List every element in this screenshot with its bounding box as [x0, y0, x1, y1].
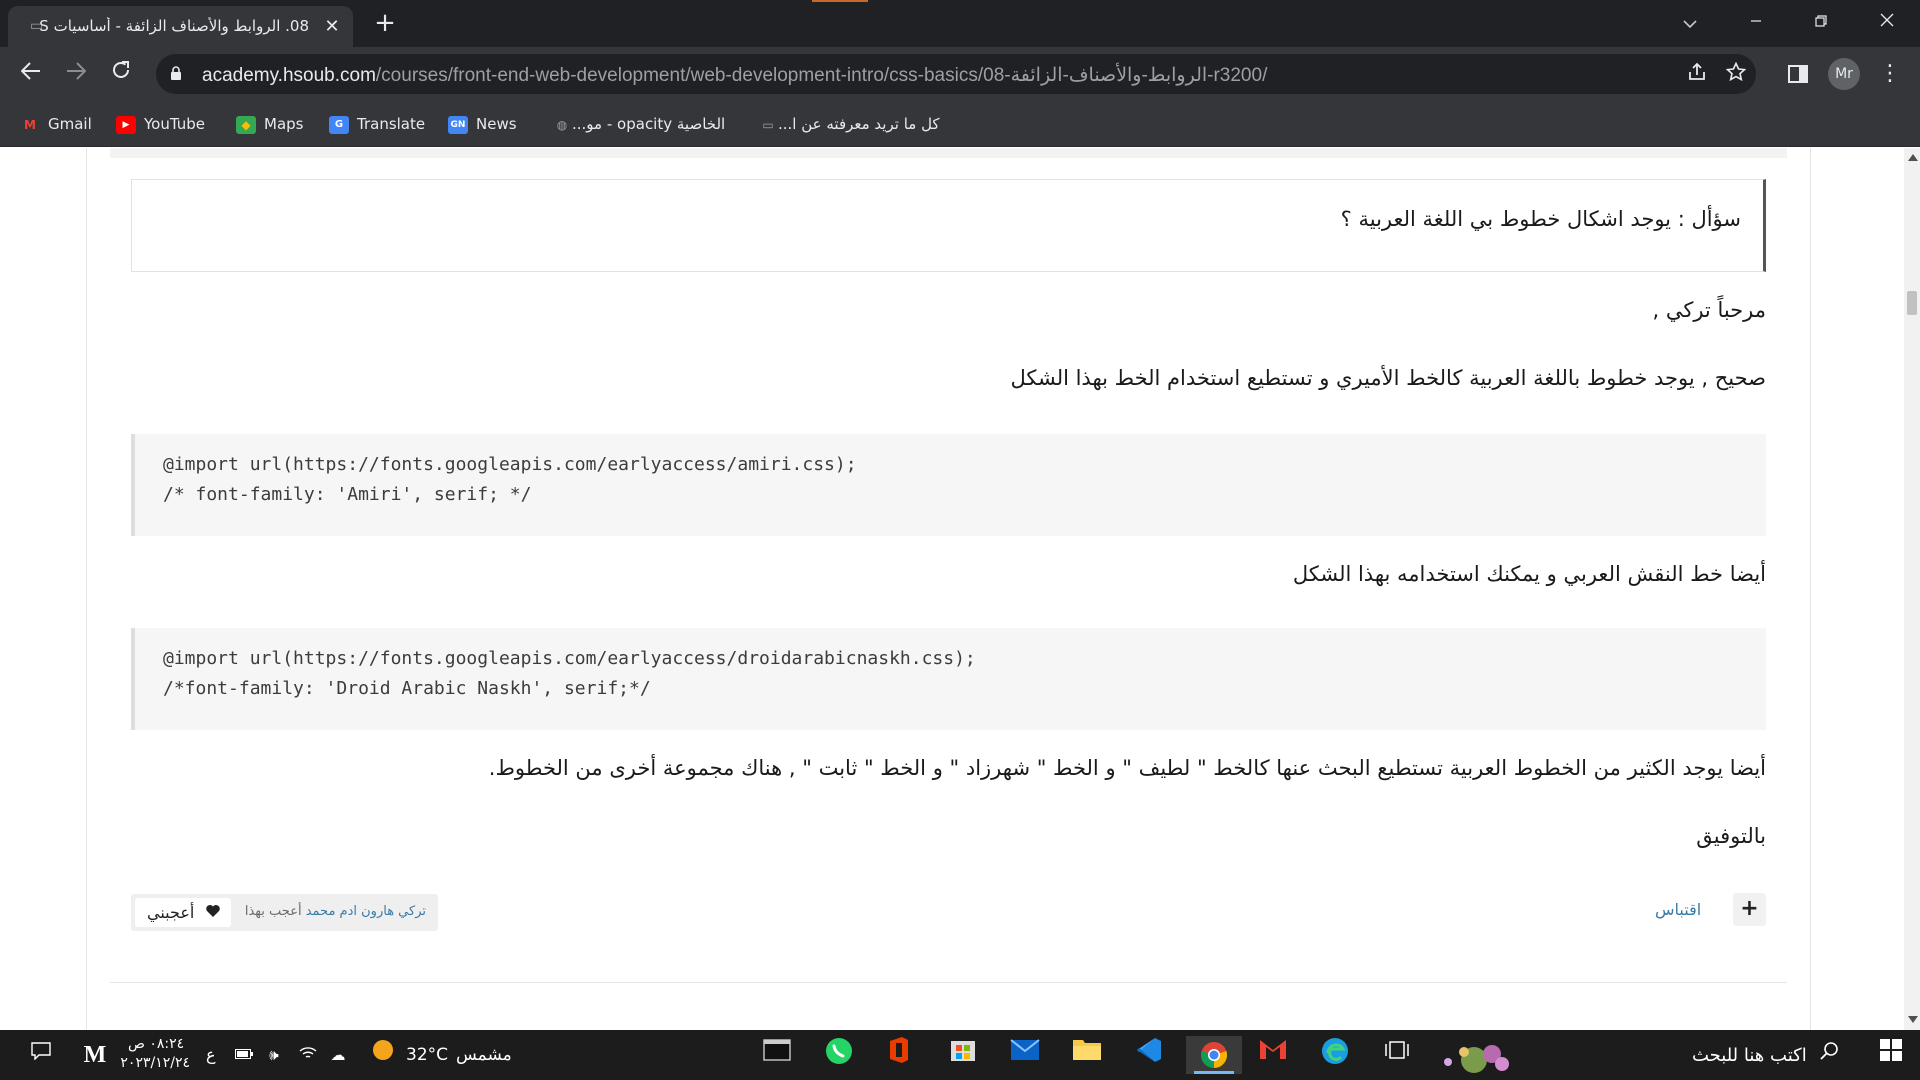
code-line: @import url(https://fonts.googleapis.com…	[163, 454, 857, 475]
windows-start-icon[interactable]	[1868, 1036, 1914, 1074]
content-border-right	[1810, 148, 1811, 1030]
news-icon: GN	[448, 115, 468, 134]
input-language[interactable]: ع	[206, 1045, 216, 1064]
share-icon[interactable]	[1685, 62, 1709, 86]
code-line: /*font-family: 'Droid Arabic Naskh', ser…	[163, 678, 651, 699]
youtube-icon: ▶	[116, 115, 136, 134]
volume-icon[interactable]: 🕪	[262, 1036, 286, 1074]
file-explorer-icon[interactable]	[1064, 1036, 1110, 1074]
bookmark-news[interactable]: GN News	[448, 111, 517, 137]
quoted-question-text: سؤأل : يوجد اشكال خطوط بي اللغة العربية …	[1340, 207, 1741, 231]
liked-by-names[interactable]: تركي هارون ادم محمد	[306, 904, 426, 919]
browser-titlebar: ▭ 08. الروابط والأصناف الزائفة - أساسيات…	[0, 0, 1920, 47]
content-border-left	[86, 148, 87, 1030]
onedrive-cloud-icon[interactable]: ☁	[326, 1036, 350, 1074]
tab-search-icon[interactable]	[1676, 10, 1704, 38]
battery-icon[interactable]	[232, 1036, 256, 1074]
side-panel-icon[interactable]	[1784, 60, 1812, 88]
forward-arrow-icon[interactable]	[62, 60, 90, 88]
clock[interactable]: ٠٨:٢٤ ص ٢٠٢٣/١٢/٢٤	[120, 1035, 190, 1073]
code-block-naskh: @import url(https://fonts.googleapis.com…	[131, 628, 1766, 730]
close-window-icon[interactable]	[1864, 6, 1910, 38]
browser-menu-icon[interactable]: ⋮	[1878, 60, 1902, 88]
quote-action-link[interactable]: اقتباس	[1655, 900, 1701, 919]
page-content: سؤأل : يوجد اشكال خطوط بي اللغة العربية …	[0, 148, 1904, 1030]
tab-close-icon[interactable]: ✕	[320, 15, 344, 39]
previous-post-edge	[110, 148, 1787, 158]
tab-strip-indicator	[812, 0, 868, 2]
reload-icon[interactable]	[107, 60, 135, 88]
multiquote-plus-button[interactable]: +	[1733, 893, 1766, 926]
taskbar-search-box[interactable]: اكتب هنا للبحث	[1692, 1045, 1807, 1066]
page-icon: ▭	[762, 117, 774, 132]
bookmark-maps[interactable]: ◆ Maps	[236, 111, 303, 137]
browser-toolbar: academy.hsoub.com/courses/front-end-web-…	[0, 47, 1920, 101]
quoted-question: سؤأل : يوجد اشكال خطوط بي اللغة العربية …	[131, 179, 1766, 272]
terminal-app-icon[interactable]	[754, 1036, 800, 1074]
like-button[interactable]: أعجبني	[135, 898, 231, 927]
weather-temp[interactable]: 32°C	[406, 1045, 448, 1065]
search-highlight-flower-icon[interactable]	[1432, 1036, 1526, 1074]
like-label: أعجبني	[147, 903, 195, 922]
gmail-tray-icon[interactable]: M	[72, 1036, 118, 1074]
maps-icon: ◆	[236, 115, 256, 134]
microsoft-store-icon[interactable]	[940, 1036, 986, 1074]
clock-time: ٠٨:٢٤ ص	[128, 1036, 185, 1052]
scroll-up-arrow-icon[interactable]	[1908, 154, 1918, 161]
search-icon[interactable]	[1812, 1036, 1846, 1074]
bookmark-star-icon[interactable]	[1724, 61, 1748, 86]
profile-avatar[interactable]: Mr	[1828, 58, 1860, 90]
weather-sun-icon[interactable]	[368, 1036, 398, 1074]
heart-icon	[206, 905, 220, 917]
mail-app-icon[interactable]	[1002, 1036, 1048, 1074]
reply-closing: بالتوفيق	[1696, 824, 1766, 848]
wifi-icon[interactable]	[296, 1036, 320, 1074]
vscode-app-icon[interactable]	[1126, 1036, 1172, 1074]
browser-tab-active[interactable]: ▭ 08. الروابط والأصناف الزائفة - أساسيات…	[8, 6, 353, 47]
gmail-icon: M	[24, 117, 36, 132]
page-scrollbar[interactable]	[1904, 148, 1920, 1030]
translate-icon: G	[329, 115, 349, 134]
reactions-bar: أعجبني تركي هارون ادم محمد أعجب بهذا	[131, 894, 438, 931]
code-block-amiri: @import url(https://fonts.googleapis.com…	[131, 434, 1766, 536]
globe-icon: ◍	[556, 117, 568, 132]
address-bar[interactable]: academy.hsoub.com/courses/front-end-web-…	[156, 54, 1756, 94]
code-line: @import url(https://fonts.googleapis.com…	[163, 648, 976, 669]
scroll-down-arrow-icon[interactable]	[1908, 1016, 1918, 1023]
url-text[interactable]: academy.hsoub.com/courses/front-end-web-…	[202, 64, 1267, 87]
reply-paragraph-1: صحيح , يوجد خطوط باللغة العربية كالخط ال…	[1010, 366, 1766, 390]
tab-title: 08. الروابط والأصناف الزائفة - أساسيات C…	[39, 17, 309, 35]
whatsapp-app-icon[interactable]	[816, 1036, 862, 1074]
liked-by-suffix: أعجب بهذا	[244, 904, 302, 919]
code-line: /* font-family: 'Amiri', serif; */	[163, 484, 532, 505]
bookmark-opacity[interactable]: الخاصية opacity - مو...◍	[544, 111, 725, 137]
weather-label[interactable]: مشمس	[456, 1045, 512, 1065]
office-app-icon[interactable]	[876, 1036, 922, 1074]
bookmark-translate[interactable]: G Translate	[329, 111, 425, 137]
notifications-icon[interactable]	[18, 1036, 64, 1074]
reply-greeting: مرحباً تركي ,	[1652, 298, 1766, 322]
reply-paragraph-3: أيضا يوجد الكثير من الخطوط العربية تستطي…	[488, 756, 1766, 780]
bookmark-all-about[interactable]: كل ما تريد معرفته عن ا...▭	[750, 111, 939, 137]
restore-window-icon[interactable]	[1798, 6, 1844, 38]
new-tab-button[interactable]: +	[370, 9, 400, 39]
clock-date: ٢٠٢٣/١٢/٢٤	[120, 1055, 190, 1071]
windows-taskbar: M ٠٨:٢٤ ص ٢٠٢٣/١٢/٢٤ ع 🕪 ☁ 32°C مشمس اكت…	[0, 1030, 1920, 1080]
task-view-icon[interactable]	[1374, 1036, 1420, 1074]
scrollbar-thumb[interactable]	[1907, 291, 1917, 315]
gmail-app-icon[interactable]	[1250, 1036, 1296, 1074]
minimize-window-icon[interactable]	[1733, 6, 1779, 38]
back-arrow-icon[interactable]	[17, 60, 45, 88]
liked-by-text[interactable]: تركي هارون ادم محمد أعجب بهذا	[245, 904, 426, 919]
lock-icon[interactable]	[170, 66, 182, 81]
edge-app-icon[interactable]	[1312, 1036, 1358, 1074]
bookmarks-bar: M Gmail ▶ YouTube ◆ Maps G Translate GN News …	[0, 101, 1920, 147]
chrome-app-icon[interactable]	[1186, 1036, 1242, 1074]
reply-paragraph-2: أيضا خط النقش العربي و يمكنك استخدامه به…	[1292, 562, 1766, 586]
bookmark-youtube[interactable]: ▶ YouTube	[116, 111, 205, 137]
post-separator	[110, 982, 1787, 983]
bookmark-gmail[interactable]: M Gmail	[20, 111, 92, 137]
